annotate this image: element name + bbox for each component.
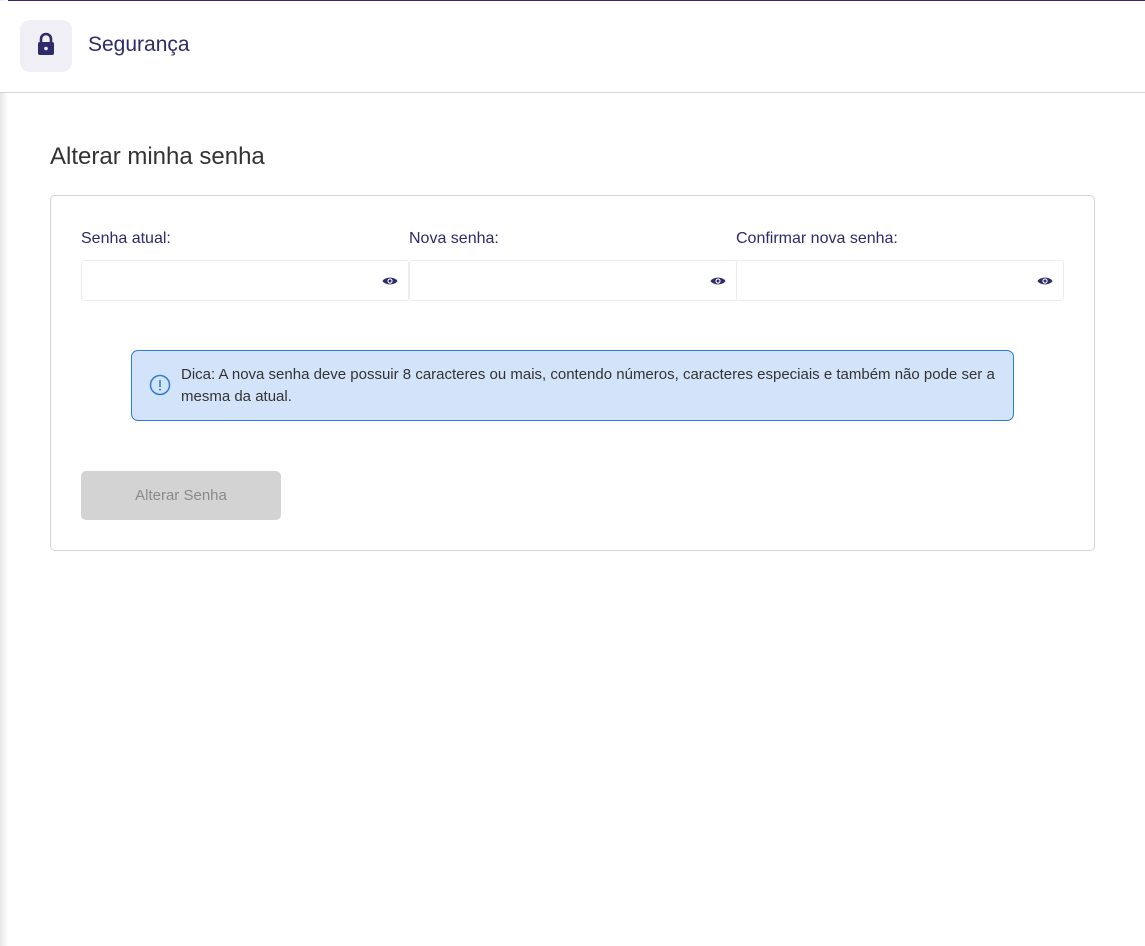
eye-icon[interactable] bbox=[710, 273, 726, 289]
eye-icon[interactable] bbox=[382, 273, 398, 289]
current-password-field bbox=[81, 260, 409, 301]
password-tip-alert: Dica: A nova senha deve possuir 8 caract… bbox=[131, 350, 1014, 421]
new-password-label: Nova senha: bbox=[409, 230, 499, 247]
confirm-password-label: Confirmar nova senha: bbox=[736, 230, 898, 247]
page-title: Alterar minha senha bbox=[50, 143, 265, 170]
change-password-button[interactable]: Alterar Senha bbox=[81, 471, 281, 520]
lock-icon bbox=[35, 32, 57, 61]
confirm-password-field bbox=[736, 260, 1064, 301]
current-password-label: Senha atual: bbox=[81, 230, 171, 247]
eye-icon[interactable] bbox=[1037, 273, 1053, 289]
header-icon-box bbox=[20, 20, 72, 72]
page-header: Segurança bbox=[0, 1, 1145, 93]
new-password-input[interactable] bbox=[410, 261, 736, 300]
tip-text: Dica: A nova senha deve possuir 8 caract… bbox=[181, 366, 995, 405]
current-password-input[interactable] bbox=[82, 261, 408, 300]
new-password-field bbox=[409, 260, 737, 301]
change-password-card: Senha atual: Nova senha: Confirmar nova … bbox=[50, 195, 1095, 551]
left-edge-shadow bbox=[0, 0, 8, 946]
info-icon bbox=[149, 374, 171, 396]
header-title: Segurança bbox=[88, 33, 190, 56]
confirm-password-input[interactable] bbox=[737, 261, 1063, 300]
